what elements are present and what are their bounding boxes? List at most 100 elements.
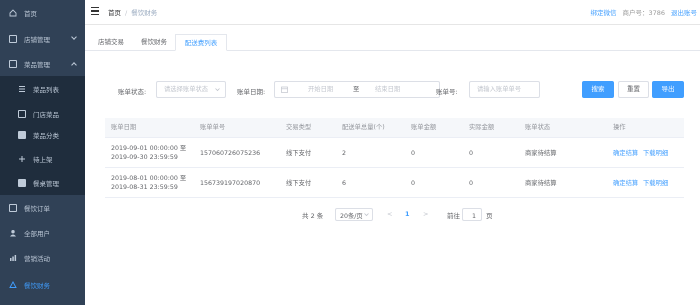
sidebar-item-label: 餐饮订单: [24, 204, 50, 213]
sidebar-item-label: 待上架: [33, 155, 53, 164]
confirm-settle-link[interactable]: 确定结算: [613, 179, 638, 188]
logout-link[interactable]: 退出账号: [671, 9, 697, 17]
sidebar-item-label: 全部用户: [24, 229, 50, 238]
chevron-up-icon: [71, 62, 77, 68]
store-icon: [9, 34, 17, 43]
sidebar-item-label: 菜品列表: [33, 85, 59, 94]
page-unit: 页: [486, 212, 493, 220]
sidebar-item-store[interactable]: 店铺管理: [0, 26, 85, 51]
sidebar-item-marketing[interactable]: 营销活动: [0, 245, 85, 270]
download-detail-link[interactable]: 下载明细: [643, 179, 668, 188]
download-detail-link[interactable]: 下载明细: [643, 149, 668, 158]
dish-icon: [9, 59, 17, 68]
col-count: 配送单总量(个): [342, 124, 385, 131]
cell-bill-no: 156739197020870: [200, 180, 261, 187]
pagination: 共 2 条 20条/页 < 1 > 前往 1 页: [85, 208, 700, 222]
sidebar-item-label: 餐桌管理: [33, 179, 59, 188]
category-icon: [18, 130, 26, 139]
users-icon: [9, 229, 17, 237]
cell-type: 线下支付: [286, 180, 312, 187]
breadcrumb-home[interactable]: 首页: [108, 9, 121, 17]
col-date: 账单日期: [111, 124, 137, 131]
end-date-placeholder[interactable]: 结束日期: [375, 82, 400, 97]
sidebar-item-finance[interactable]: 餐饮财务: [0, 272, 85, 297]
date-separator: 至: [353, 86, 360, 93]
sidebar-item-label: 营销活动: [24, 254, 50, 263]
cell-actual: 0: [469, 150, 474, 157]
total-count: 共 2 条: [302, 212, 324, 220]
goto-label: 前往: [447, 212, 460, 220]
bill-no-label: 账单号:: [436, 88, 458, 96]
sidebar-item-dish-list[interactable]: 菜品列表: [0, 76, 85, 101]
col-bill-no: 账单单号: [200, 124, 226, 131]
tab-delivery-fee-list[interactable]: 配送费列表: [175, 34, 227, 51]
sidebar-item-order[interactable]: 餐饮订单: [0, 195, 85, 220]
cell-amount: 0: [411, 180, 416, 187]
chevron-down-icon: [215, 88, 220, 92]
sidebar-item-label: 餐饮财务: [24, 281, 50, 290]
tab-catering-finance[interactable]: 餐饮财务: [135, 34, 173, 51]
export-button[interactable]: 导出: [652, 81, 684, 98]
tab-store-trade[interactable]: 店铺交易: [88, 34, 134, 51]
hamburger-icon[interactable]: [91, 7, 99, 15]
page-size-select[interactable]: 20条/页: [335, 208, 373, 221]
finance-icon: [9, 280, 17, 289]
tab-bar: 店铺交易 餐饮财务 配送费列表: [85, 34, 700, 51]
sidebar-item-home[interactable]: 首页: [0, 0, 85, 25]
chevron-down-icon: [71, 34, 77, 40]
order-icon: [9, 203, 17, 212]
cell-count: 6: [342, 180, 347, 187]
sidebar-item-users[interactable]: 全部用户: [0, 220, 85, 245]
cell-status: 商家待结算: [525, 150, 557, 157]
col-action: 操作: [613, 124, 626, 131]
main-content: 首页 / 餐饮财务 绑定微信 商户号：3786 退出账号 店铺交易 餐饮财务 配送费列表…: [85, 0, 700, 305]
sidebar-item-dish[interactable]: 菜品管理: [0, 51, 85, 76]
cell-amount: 0: [411, 150, 416, 157]
cell-actual: 0: [469, 180, 474, 187]
bill-no-input[interactable]: 请输入账单单号: [469, 81, 540, 98]
table-row: 2019-08-01 00:00:00 至 2019-08-31 23:59:5…: [105, 169, 684, 198]
date-label: 账单日期:: [237, 88, 266, 96]
date-range-picker[interactable]: 开始日期 至 结束日期: [274, 81, 440, 98]
sidebar-item-category[interactable]: 菜品分类: [0, 122, 85, 147]
reset-button[interactable]: 重置: [618, 81, 649, 98]
bind-wechat-link[interactable]: 绑定微信: [590, 9, 616, 17]
calendar-icon: [281, 86, 288, 93]
cell-type: 线下支付: [286, 150, 312, 157]
pending-icon: [18, 155, 26, 163]
col-type: 交易类型: [286, 124, 312, 131]
search-button[interactable]: 搜索: [582, 81, 614, 98]
confirm-settle-link[interactable]: 确定结算: [613, 149, 638, 158]
cell-count: 2: [342, 150, 347, 157]
sidebar-item-label: 菜品分类: [33, 131, 59, 140]
status-label: 账单状态:: [118, 88, 147, 96]
table-row: 2019-09-01 00:00:00 至 2019-09-30 23:59:5…: [105, 139, 684, 168]
status-select[interactable]: 请选择账单状态: [156, 81, 226, 98]
start-date-placeholder[interactable]: 开始日期: [308, 82, 333, 97]
sidebar-item-pending[interactable]: 待上架: [0, 146, 85, 171]
prev-page-button[interactable]: <: [387, 210, 392, 218]
cell-bill-no: 157060726075236: [200, 150, 261, 157]
navbar: 首页 / 餐饮财务 绑定微信 商户号：3786 退出账号: [85, 0, 700, 25]
sidebar-item-table[interactable]: 餐桌管理: [0, 170, 85, 195]
next-page-button[interactable]: >: [423, 210, 428, 218]
home-icon: [9, 8, 17, 17]
account-area: 绑定微信 商户号：3786 退出账号: [590, 7, 697, 17]
sidebar-item-label: 店铺管理: [24, 35, 50, 44]
breadcrumb: 首页 / 餐饮财务: [108, 9, 158, 17]
page-1[interactable]: 1: [405, 210, 410, 218]
goto-page-input[interactable]: 1: [462, 208, 482, 221]
shop-dish-icon: [18, 109, 26, 118]
cell-date-start: 2019-09-01 00:00:00 至: [111, 145, 187, 152]
chevron-down-icon: [364, 213, 369, 217]
account-number: 商户号：3786: [622, 9, 665, 17]
cell-status: 商家待结算: [525, 180, 557, 187]
col-amount: 账单金额: [411, 124, 437, 131]
table-icon: [18, 178, 26, 187]
col-status: 账单状态: [525, 124, 551, 131]
breadcrumb-current: 餐饮财务: [131, 9, 158, 17]
sidebar-item-label: 菜品管理: [24, 60, 50, 69]
table-header: 账单日期 账单单号 交易类型 配送单总量(个) 账单金额 实际金额 账单状态 操…: [105, 118, 684, 138]
sidebar-item-label: 首页: [24, 9, 37, 18]
list-icon: [18, 85, 26, 93]
